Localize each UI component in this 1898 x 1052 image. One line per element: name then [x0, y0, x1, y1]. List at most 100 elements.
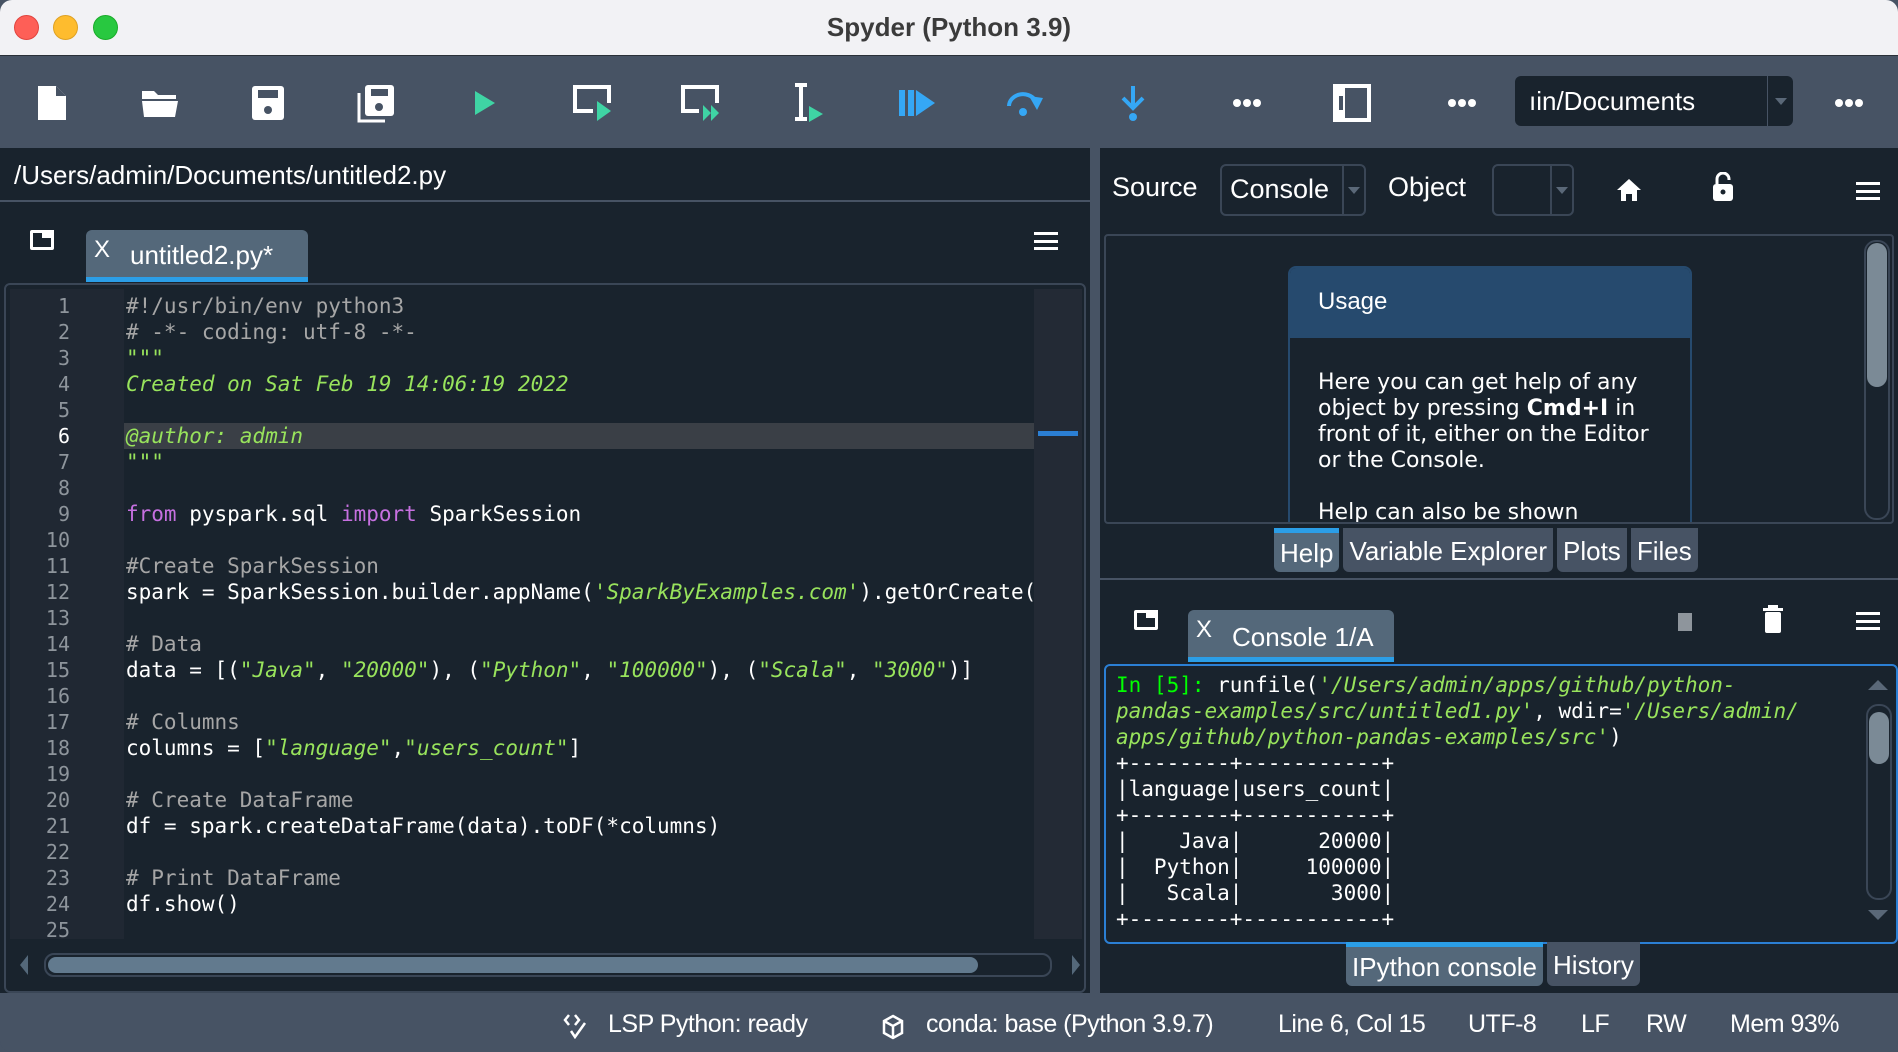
object-dropdown[interactable] [1550, 166, 1572, 214]
console-output[interactable]: In [5]: runfile('/Users/admin/apps/githu… [1104, 664, 1898, 944]
chevron-down-icon [1556, 186, 1568, 194]
browse-console-tabs-icon[interactable] [1134, 610, 1158, 630]
code-line[interactable]: #Create SparkSession [124, 553, 1034, 579]
code-line[interactable]: """ [124, 449, 1034, 475]
source-combo[interactable]: Console [1220, 164, 1366, 216]
tab-untitled2[interactable]: X untitled2.py* [86, 230, 308, 282]
tab-plots[interactable]: Plots [1557, 528, 1627, 572]
debug-step-into-button[interactable] [1108, 78, 1158, 128]
code-token-string: "20000" [340, 658, 430, 682]
horizontal-scrollbar[interactable] [10, 947, 1084, 983]
scroll-up-icon[interactable] [1868, 680, 1888, 690]
more-debug-button[interactable] [1222, 78, 1272, 128]
code-line[interactable]: df.show() [124, 891, 1034, 917]
run-file-button[interactable] [460, 78, 510, 128]
save-icon [252, 86, 284, 120]
new-file-button[interactable] [27, 78, 77, 128]
more-layout-button[interactable] [1437, 78, 1487, 128]
help-options-menu[interactable] [1856, 182, 1880, 200]
code-token-string: "100000" [606, 658, 708, 682]
window-title: Spyder (Python 3.9) [826, 12, 1072, 42]
tab-history[interactable]: History [1547, 942, 1640, 986]
debug-file-button[interactable] [892, 78, 942, 128]
code-editor[interactable]: 1 2 3 4 5 6 7 8 9 10 11 12 13 14 15 16 17 18 19 20 21 22 23 24 2… [4, 283, 1086, 993]
unlock-icon [1713, 171, 1733, 201]
editor-options-menu[interactable] [1034, 232, 1058, 250]
code-line[interactable]: """ [124, 345, 1034, 371]
close-tab-icon[interactable]: X [94, 236, 110, 264]
home-button[interactable] [1616, 178, 1642, 207]
scrollbar-thumb[interactable] [48, 957, 978, 973]
line-number: 16 [45, 684, 70, 708]
help-pane-tabs: Help Variable Explorer Plots Files [1274, 528, 1698, 572]
object-value[interactable] [1494, 166, 1550, 214]
code-line[interactable]: # Print DataFrame [124, 865, 1034, 891]
code-line[interactable]: # Columns [124, 709, 1034, 735]
code-line[interactable] [124, 683, 1034, 709]
console-options-menu[interactable] [1856, 612, 1880, 630]
code-line[interactable] [124, 397, 1034, 423]
shortcut-text: Cmd+I [1526, 396, 1609, 421]
run-selection-button[interactable] [784, 78, 834, 128]
code-token-kw: from [126, 502, 177, 526]
code-line[interactable]: # Create DataFrame [124, 787, 1034, 813]
scroll-right-icon[interactable] [1072, 955, 1080, 975]
maximize-pane-button[interactable] [1327, 78, 1377, 128]
code-line[interactable] [124, 475, 1034, 501]
browse-tabs-icon[interactable] [30, 230, 54, 250]
console-scrollbar[interactable] [1866, 704, 1892, 900]
code-line[interactable]: @author: admin [124, 423, 1034, 449]
code-token-string: Created on Sat Feb 19 14:06:19 2022 [126, 372, 569, 396]
code-area[interactable]: #!/usr/bin/env python3 # -*- coding: utf-… [124, 289, 1034, 939]
code-line[interactable] [124, 761, 1034, 787]
debug-step-button[interactable] [1000, 78, 1050, 128]
save-file-button[interactable] [243, 78, 293, 128]
working-directory-dropdown[interactable] [1767, 76, 1793, 126]
clear-console-button[interactable] [1762, 604, 1784, 639]
lock-button[interactable] [1712, 171, 1734, 207]
close-console-icon[interactable]: X [1196, 616, 1212, 644]
code-token-string: """ [126, 450, 164, 474]
conda-env-status[interactable]: conda: base (Python 3.9.7) [926, 1010, 1214, 1039]
scroll-left-icon[interactable] [20, 955, 28, 975]
help-scrollbar-thumb[interactable] [1867, 243, 1887, 387]
code-line[interactable]: df = spark.createDataFrame(data).toDF(*c… [124, 813, 1034, 839]
code-line[interactable]: # -*- coding: utf-8 -*- [124, 319, 1034, 345]
console-scrollbar-thumb[interactable] [1869, 712, 1889, 764]
code-line[interactable]: Created on Sat Feb 19 14:06:19 2022 [124, 371, 1034, 397]
tab-ipython-console[interactable]: IPython console [1346, 942, 1544, 986]
code-line[interactable]: #!/usr/bin/env python3 [124, 293, 1034, 319]
code-token-plain: df = spark.createDataFrame(data).toDF(*c… [126, 814, 721, 838]
code-line[interactable] [124, 839, 1034, 865]
code-line[interactable] [124, 605, 1034, 631]
save-all-button[interactable] [351, 78, 401, 128]
code-token-plain: df.show() [126, 892, 240, 916]
object-combo[interactable] [1492, 164, 1574, 216]
source-dropdown[interactable] [1342, 166, 1364, 214]
tab-variable-explorer[interactable]: Variable Explorer [1343, 528, 1553, 572]
tab-help[interactable]: Help [1274, 528, 1340, 572]
more-options-button[interactable] [1824, 78, 1874, 128]
help-content: Usage Here you can get help of any objec… [1104, 234, 1894, 524]
help-scrollbar[interactable] [1864, 240, 1890, 520]
working-directory-combo[interactable]: ıin/Documents [1515, 76, 1793, 126]
code-line[interactable]: data = [("Java", "20000"), ("Python", "1… [124, 657, 1034, 683]
console-text[interactable]: In [5]: runfile('/Users/admin/apps/githu… [1116, 672, 1856, 932]
code-line[interactable]: columns = ["language","users_count"] [124, 735, 1034, 761]
tab-console-1a[interactable]: X Console 1/A [1188, 610, 1394, 662]
stop-kernel-icon[interactable] [1678, 613, 1692, 631]
scroll-down-icon[interactable] [1868, 910, 1888, 920]
working-directory-value[interactable]: ıin/Documents [1515, 76, 1767, 126]
scrollbar-track[interactable] [44, 953, 1052, 977]
code-line[interactable] [124, 917, 1034, 939]
run-cell-advance-button[interactable] [676, 78, 726, 128]
code-line[interactable]: # Data [124, 631, 1034, 657]
more-icon [1233, 99, 1261, 107]
tab-files[interactable]: Files [1630, 528, 1698, 572]
run-cell-button[interactable] [568, 78, 618, 128]
scroll-flag-area[interactable] [1034, 289, 1082, 939]
code-line[interactable] [124, 527, 1034, 553]
code-line[interactable]: spark = SparkSession.builder.appName('Sp… [124, 579, 1034, 605]
open-file-button[interactable] [135, 78, 185, 128]
code-line[interactable]: from pyspark.sql import SparkSession [124, 501, 1034, 527]
